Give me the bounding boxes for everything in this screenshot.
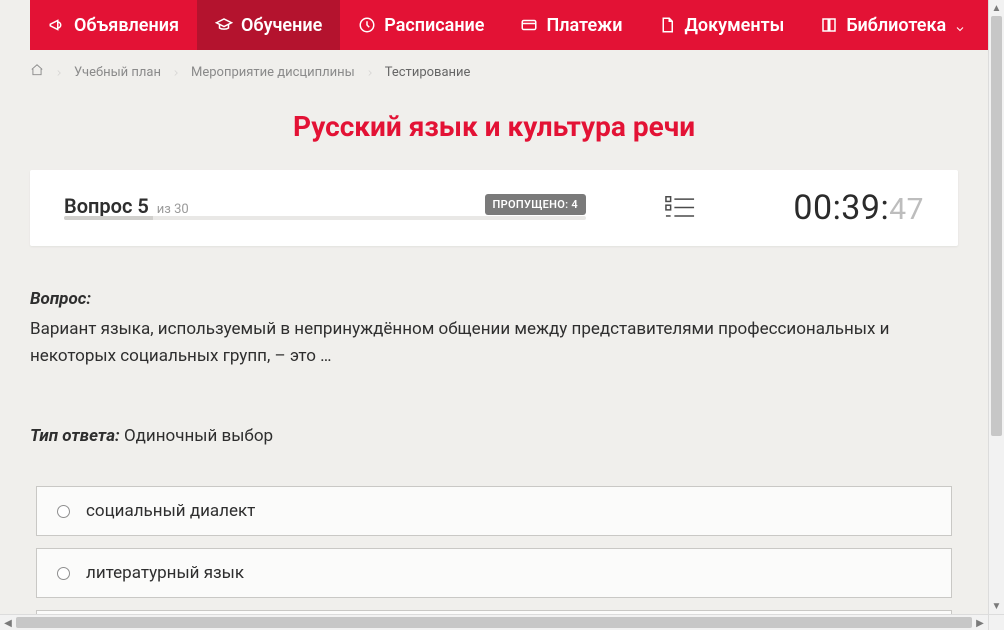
clock-icon xyxy=(358,16,376,34)
vertical-scrollbar[interactable]: ▲ ▼ xyxy=(988,0,1004,614)
graduation-cap-icon xyxy=(215,16,233,34)
nav-payments[interactable]: Платежи xyxy=(502,0,640,50)
nav-label: Расписание xyxy=(384,15,484,36)
breadcrumb-link-plan[interactable]: Учебный план xyxy=(74,65,161,80)
answer-type-value: Одиночный выбор xyxy=(120,426,273,446)
answer-option[interactable]: литературный язык xyxy=(36,548,952,598)
nav-library[interactable]: Библиотека xyxy=(802,0,984,50)
skipped-badge: ПРОПУЩЕНО: 4 xyxy=(485,194,586,215)
main-nav: Объявления Обучение Расписание Платежи xyxy=(30,0,988,50)
timer: 00:39:47 xyxy=(793,188,924,228)
timer-main: 00:39: xyxy=(793,188,889,228)
option-text: социальный диалект xyxy=(86,501,255,521)
megaphone-icon xyxy=(48,16,66,34)
scrollbar-corner xyxy=(988,614,1004,630)
question-number-label: Вопрос 5 xyxy=(64,194,149,218)
question-block: Вопрос: Вариант языка, используемый в не… xyxy=(30,286,958,449)
progress-fill xyxy=(64,216,153,220)
breadcrumb-current: Тестирование xyxy=(385,65,471,80)
radio-icon xyxy=(57,567,70,580)
scroll-thumb[interactable] xyxy=(16,617,972,628)
nav-label: Объявления xyxy=(74,15,179,36)
question-heading: Вопрос: xyxy=(30,286,958,312)
nav-announcements[interactable]: Объявления xyxy=(30,0,197,50)
chevron-right-icon xyxy=(171,67,181,77)
chevron-right-icon xyxy=(365,67,375,77)
breadcrumb: Учебный план Мероприятие дисциплины Тест… xyxy=(30,50,958,94)
scroll-thumb[interactable] xyxy=(991,16,1002,436)
scroll-down-arrow-icon[interactable]: ▼ xyxy=(989,598,1004,614)
nav-label: Библиотека xyxy=(846,15,946,36)
answer-option[interactable]: социальный диалект xyxy=(36,486,952,536)
progress-bar xyxy=(64,216,586,220)
radio-icon xyxy=(57,505,70,518)
chevron-right-icon xyxy=(54,67,64,77)
breadcrumb-link-event[interactable]: Мероприятие дисциплины xyxy=(191,65,355,80)
question-list-icon[interactable] xyxy=(665,194,695,222)
timer-seconds: 47 xyxy=(889,192,924,227)
book-icon xyxy=(820,16,838,34)
nav-documents[interactable]: Документы xyxy=(640,0,802,50)
card-icon xyxy=(520,16,538,34)
status-card: Вопрос 5 из 30 ПРОПУЩЕНО: 4 xyxy=(30,170,958,246)
question-of-label: из 30 xyxy=(157,202,189,217)
nav-label: Обучение xyxy=(241,15,322,36)
question-text: Вариант языка, используемый в непринуждё… xyxy=(30,316,958,369)
page-title: Русский язык и культура речи xyxy=(0,110,988,143)
scroll-up-arrow-icon[interactable]: ▲ xyxy=(989,0,1004,16)
chevron-down-icon xyxy=(954,19,966,31)
answer-type-label: Тип ответа: xyxy=(30,426,120,446)
document-icon xyxy=(658,16,676,34)
nav-label: Платежи xyxy=(546,15,622,36)
scroll-right-arrow-icon[interactable]: ▶ xyxy=(972,615,988,630)
nav-schedule[interactable]: Расписание xyxy=(340,0,502,50)
answer-options: социальный диалект литературный язык xyxy=(36,486,952,614)
horizontal-scrollbar[interactable]: ◀ ▶ xyxy=(0,614,988,630)
nav-label: Документы xyxy=(684,15,784,36)
option-text: литературный язык xyxy=(86,563,244,583)
scroll-left-arrow-icon[interactable]: ◀ xyxy=(0,615,16,630)
home-icon[interactable] xyxy=(30,63,44,81)
nav-learning[interactable]: Обучение xyxy=(197,0,340,50)
